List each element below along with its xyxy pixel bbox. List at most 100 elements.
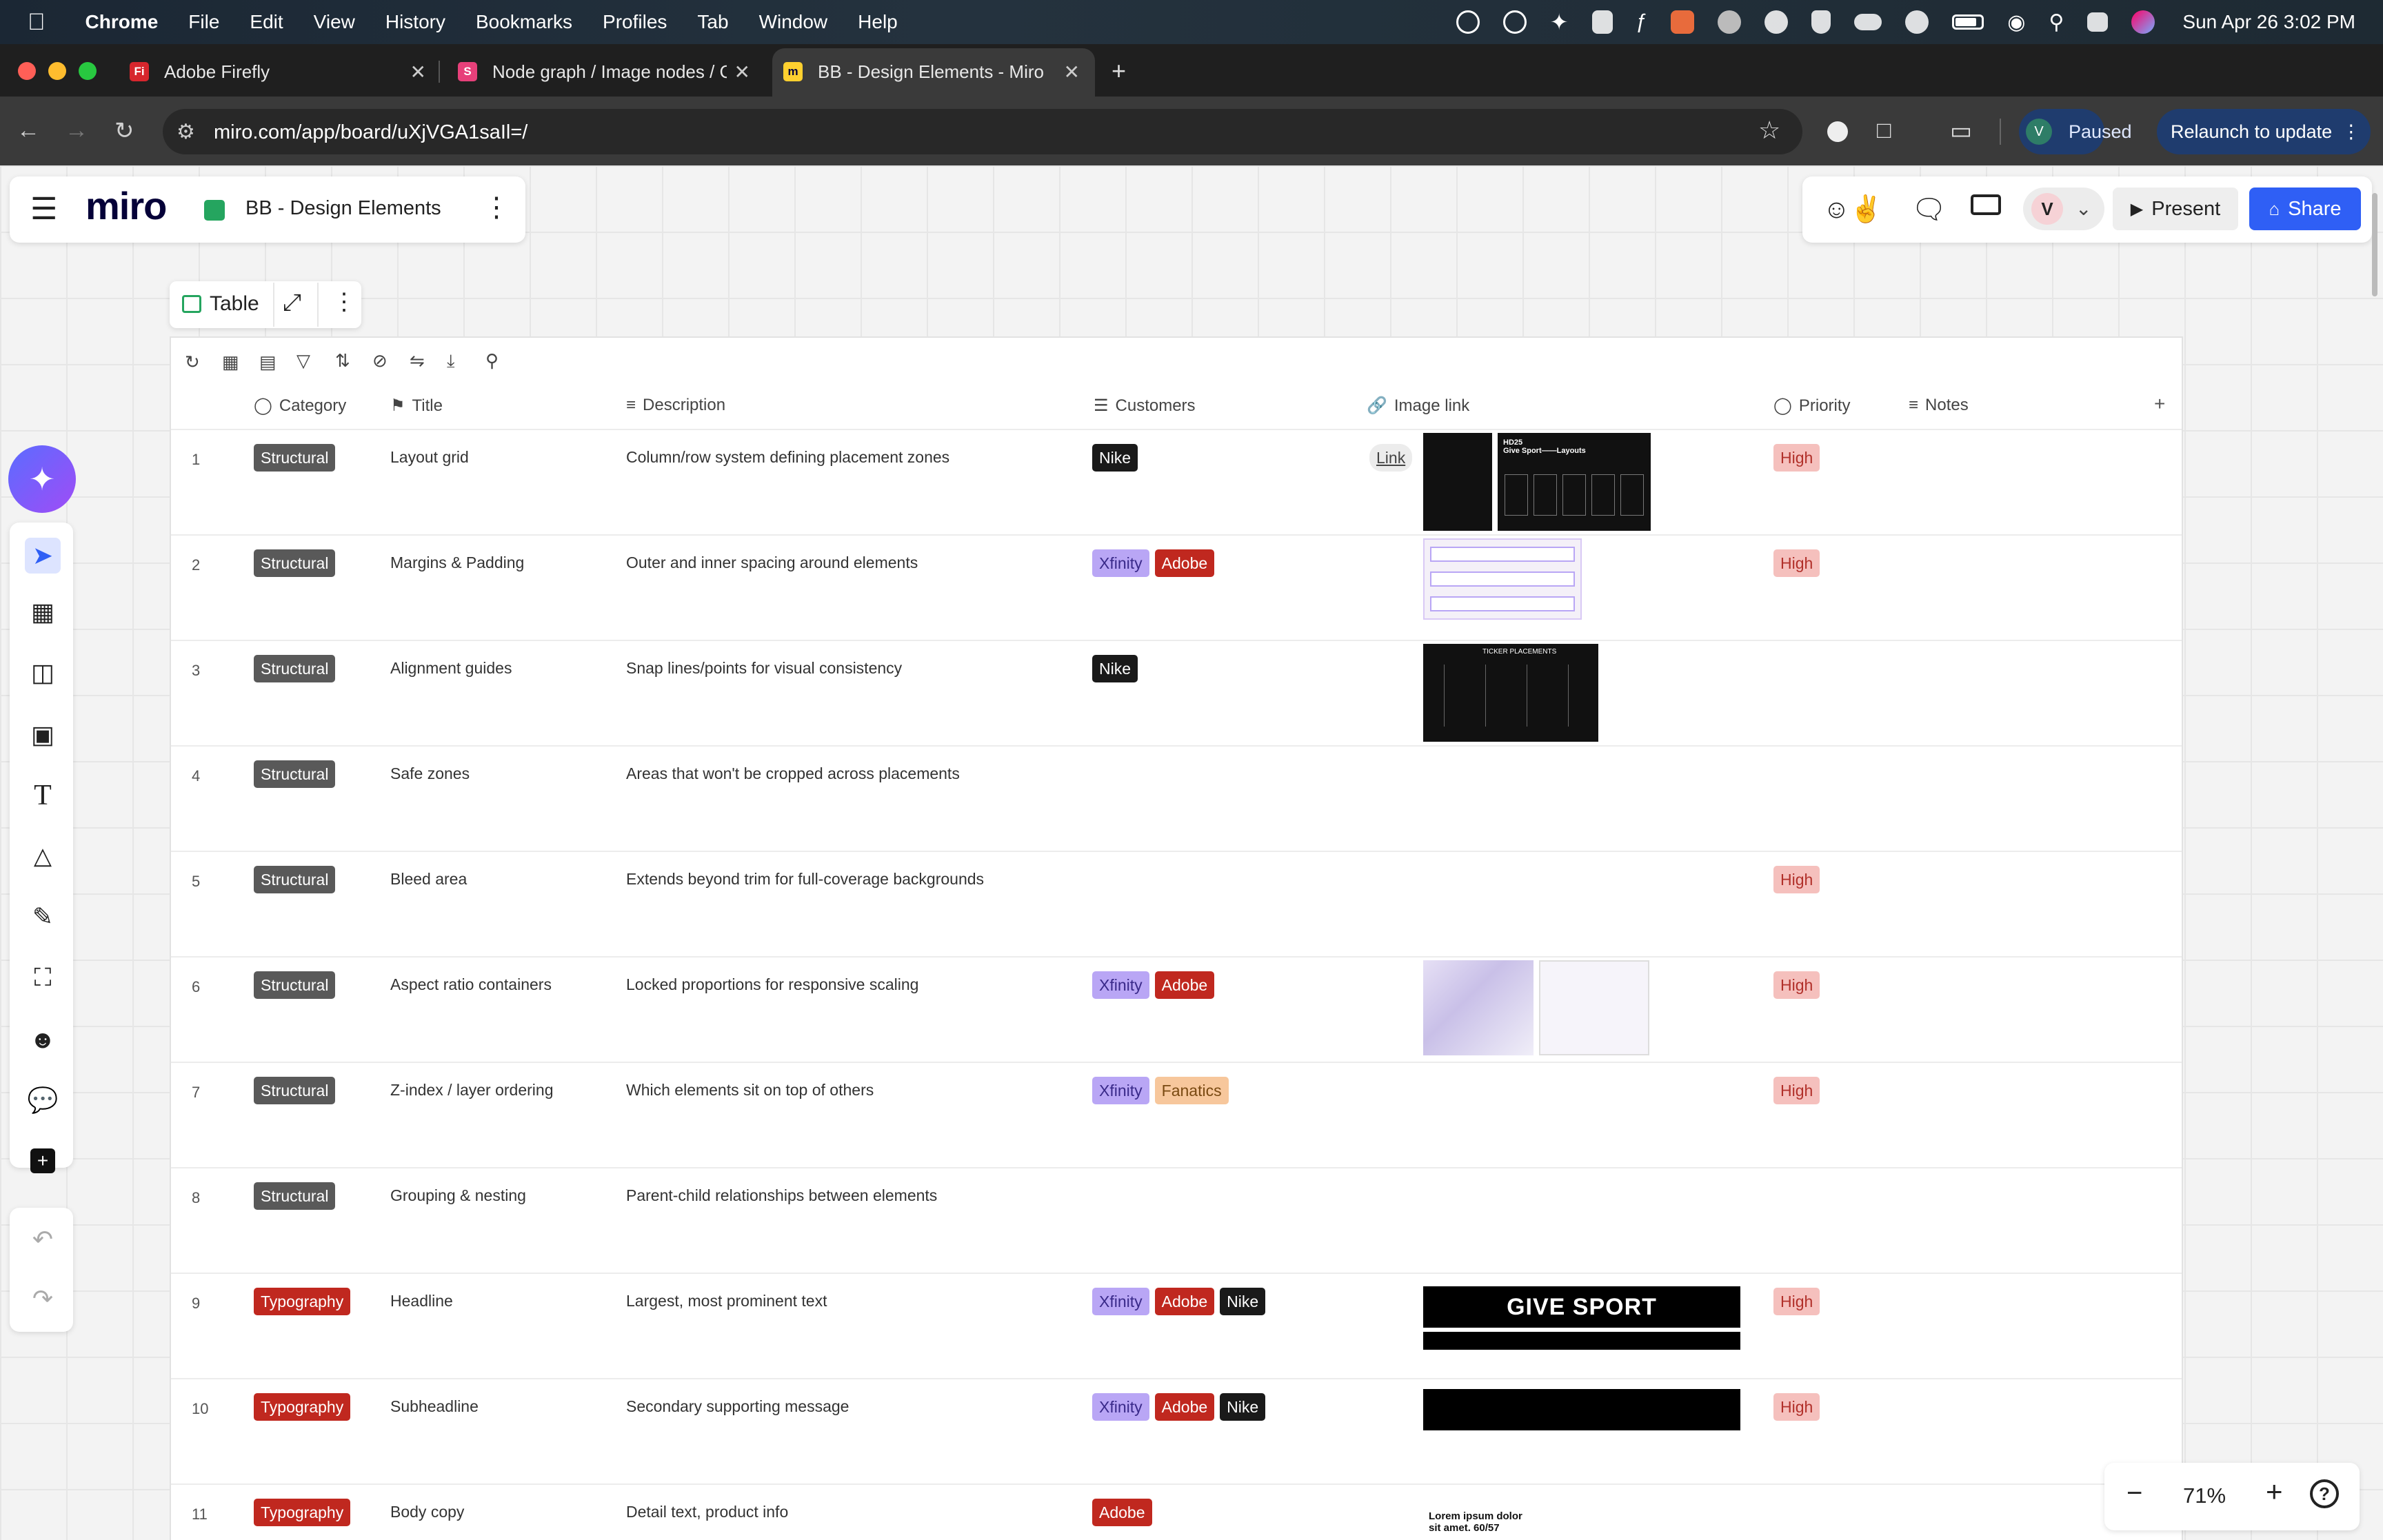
column-header-category[interactable]: ◯ Category	[254, 396, 346, 416]
check-tray-icon[interactable]	[1905, 10, 1929, 34]
column-header-image-link[interactable]: 🔗 Image link	[1367, 396, 1469, 416]
customers-cell[interactable]: Nike	[1092, 655, 1143, 682]
tab-miro-board[interactable]: m BB - Design Elements - Miro ✕	[783, 55, 1080, 88]
menu-view[interactable]: View	[314, 11, 355, 33]
customer-tag[interactable]: Adobe	[1154, 1288, 1215, 1315]
close-tab-icon[interactable]: ✕	[734, 61, 750, 83]
table-row[interactable]: 3 Structural Alignment guides Snap lines/po…	[171, 640, 2182, 745]
user-avatar[interactable]: V	[2031, 193, 2063, 225]
title-cell[interactable]: Aspect ratio containers	[390, 975, 552, 994]
description-cell[interactable]: Largest, most prominent text	[626, 1292, 827, 1310]
priority-tag[interactable]: High	[1773, 1393, 1820, 1421]
description-cell[interactable]: Locked proportions for responsive scalin…	[626, 975, 918, 994]
menu-file[interactable]: File	[188, 11, 219, 33]
text-tool-icon[interactable]: T	[25, 778, 61, 813]
refresh-icon[interactable]: ↻	[185, 352, 200, 373]
shield-tray-icon[interactable]	[1811, 10, 1831, 34]
customer-tag[interactable]: Nike	[1220, 1288, 1266, 1315]
title-cell[interactable]: Headline	[390, 1292, 453, 1310]
image-link[interactable]: Link	[1369, 444, 1413, 472]
category-tag[interactable]: Typography	[254, 1393, 351, 1421]
extensions-puzzle-icon[interactable]: □	[1877, 117, 1891, 144]
table-row[interactable]: 1 Structural Layout grid Column/row system …	[171, 429, 2182, 534]
table-row[interactable]: 9 Typography Headline Largest, most promine…	[171, 1273, 2182, 1378]
table-row[interactable]: 11 Typography Body copy Detail text, produc…	[171, 1483, 2182, 1540]
customers-cell[interactable]: Nike	[1092, 444, 1143, 472]
menu-app-name[interactable]: Chrome	[86, 11, 159, 33]
category-tag[interactable]: Structural	[254, 444, 336, 472]
customer-tag[interactable]: Xfinity	[1092, 549, 1149, 577]
priority-tag[interactable]: High	[1773, 1077, 1820, 1104]
menu-window[interactable]: Window	[759, 11, 828, 33]
menu-history[interactable]: History	[385, 11, 445, 33]
description-cell[interactable]: Snap lines/points for visual consistency	[626, 659, 902, 678]
hide-fields-icon[interactable]: ⊘	[372, 350, 388, 372]
add-column-plus-icon[interactable]: +	[2154, 393, 2165, 415]
give-sport-thumbnail[interactable]: GIVE SPORT	[1423, 1286, 1740, 1328]
menu-help[interactable]: Help	[858, 11, 898, 33]
pen-icon[interactable]: ✎	[25, 899, 61, 935]
more-apps-plus-icon[interactable]: +	[25, 1143, 61, 1179]
control-center-icon[interactable]	[2087, 12, 2109, 32]
forward-arrow-icon[interactable]: →	[65, 117, 88, 144]
title-cell[interactable]: Margins & Padding	[390, 554, 524, 572]
share-button[interactable]: ⌂ Share	[2249, 188, 2361, 230]
disk-tray-icon[interactable]	[1718, 10, 1742, 34]
title-cell[interactable]: Safe zones	[390, 764, 470, 783]
chatgpt-tray-icon[interactable]	[1456, 10, 1480, 34]
category-tag[interactable]: Typography	[254, 1288, 351, 1315]
printer-tray-icon[interactable]	[1671, 10, 1695, 34]
column-header-title[interactable]: ⚑ Title	[390, 396, 443, 416]
title-cell[interactable]: Body copy	[390, 1503, 464, 1521]
redo-icon[interactable]: ↷	[25, 1281, 61, 1317]
figma-tray-icon[interactable]: ƒ	[1636, 10, 1648, 34]
priority-tag[interactable]: High	[1773, 549, 1820, 577]
description-cell[interactable]: Outer and inner spacing around elements	[626, 554, 918, 572]
title-cell[interactable]: Bleed area	[390, 870, 467, 889]
new-tab-plus-icon[interactable]: +	[1112, 57, 1126, 85]
title-cell[interactable]: Z-index / layer ordering	[390, 1081, 554, 1100]
category-tag[interactable]: Structural	[254, 655, 336, 682]
category-tag[interactable]: Structural	[254, 1077, 336, 1104]
paused-label[interactable]: Paused	[2069, 121, 2132, 143]
customers-cell[interactable]: Xfinity Adobe Nike	[1092, 1393, 1271, 1421]
category-tag[interactable]: Structural	[254, 549, 336, 577]
vertical-scrollbar[interactable]	[2372, 193, 2377, 296]
onedrive-tray-icon[interactable]	[1854, 14, 1882, 30]
priority-tag[interactable]: High	[1773, 444, 1820, 472]
sparkle-tray-icon[interactable]: ✦	[1550, 9, 1569, 35]
table-row[interactable]: 7 Structural Z-index / layer ordering Which…	[171, 1062, 2182, 1167]
description-cell[interactable]: Parent-child relationships between eleme…	[626, 1186, 937, 1205]
category-tag[interactable]: Typography	[254, 1499, 351, 1526]
reactions-icon[interactable]: ☺✌	[1823, 194, 1882, 225]
column-header-customers[interactable]: ☰ Customers	[1094, 396, 1196, 416]
menu-tab[interactable]: Tab	[697, 11, 728, 33]
tab-adobe-firefly[interactable]: Fi Adobe Firefly ✕	[130, 55, 426, 88]
customer-tag[interactable]: Nike	[1092, 444, 1138, 472]
table-row[interactable]: 2 Structural Margins & Padding Outer and in…	[171, 534, 2182, 640]
group-icon[interactable]: ▤	[259, 352, 276, 373]
customer-tag[interactable]: Fanatics	[1154, 1077, 1229, 1104]
chevron-down-icon[interactable]: ⌄	[2075, 197, 2091, 220]
customers-cell[interactable]: Xfinity Adobe Nike	[1092, 1288, 1271, 1315]
customer-tag[interactable]: Xfinity	[1092, 1077, 1149, 1104]
cloud-tray-icon[interactable]	[1764, 10, 1789, 34]
table-view-icon[interactable]: ▦	[222, 352, 239, 373]
window-zoom-button[interactable]	[79, 62, 97, 80]
customer-tag[interactable]: Adobe	[1154, 549, 1215, 577]
back-arrow-icon[interactable]: ←	[17, 117, 40, 144]
layout-grid-thumbnail[interactable]: HD25 Give Sport——Layouts	[1498, 433, 1651, 531]
customers-cell[interactable]: Xfinity Adobe	[1092, 971, 1220, 999]
sticky-note-icon[interactable]: ▣	[25, 717, 61, 753]
zoom-out-icon[interactable]: −	[2126, 1478, 2142, 1509]
relaunch-button[interactable]: Relaunch to update ⋮	[2157, 109, 2371, 154]
description-cell[interactable]: Extends beyond trim for full-coverage ba…	[626, 870, 984, 889]
priority-tag[interactable]: High	[1773, 1288, 1820, 1315]
aspect-ratio-thumbnail[interactable]	[1423, 960, 1534, 1055]
undo-icon[interactable]: ↶	[25, 1222, 61, 1257]
sort-icon[interactable]: ⇅	[335, 350, 350, 372]
zoom-level[interactable]: 71%	[2183, 1483, 2226, 1508]
priority-tag[interactable]: High	[1773, 866, 1820, 893]
column-header-notes[interactable]: ≡ Notes	[1909, 396, 1969, 415]
comments-icon[interactable]: 🗨	[1911, 193, 1947, 225]
